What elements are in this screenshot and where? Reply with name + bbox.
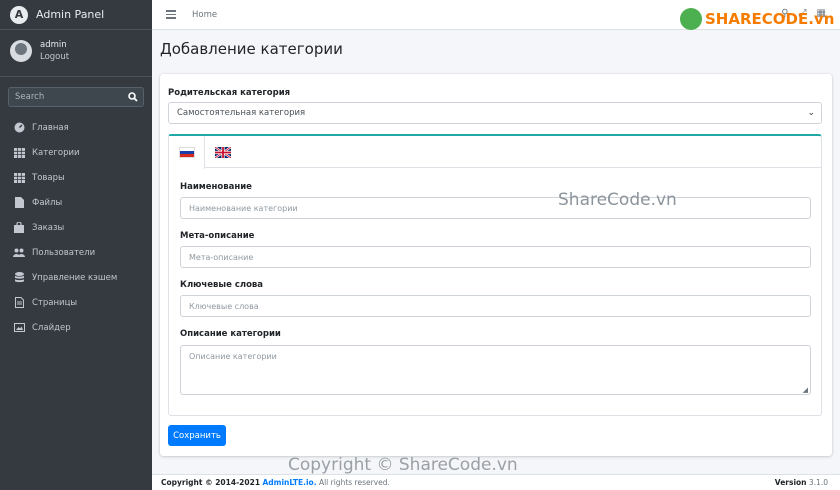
keywords-input[interactable]: Ключевые слова xyxy=(180,295,811,317)
flag-uk-icon xyxy=(215,146,231,158)
language-tab-header xyxy=(169,136,821,169)
category-description-textarea[interactable]: Описание категории ◢ xyxy=(180,345,811,395)
parent-category-value: Самостоятельная категория xyxy=(177,108,306,118)
search-input[interactable] xyxy=(8,87,122,107)
sidebar-item-products[interactable]: Товары xyxy=(0,165,152,190)
sidebar: A Admin Panel admin Logout Главная Катег… xyxy=(0,0,152,490)
users-icon xyxy=(13,248,25,257)
page-icon xyxy=(13,297,25,308)
tachometer-icon xyxy=(13,122,25,133)
tab-russian[interactable] xyxy=(169,136,205,169)
sidebar-item-orders[interactable]: Заказы xyxy=(0,215,152,240)
sidebar-item-categories[interactable]: Категории xyxy=(0,140,152,165)
sharecode-logo: SHARECODE.vn xyxy=(680,8,834,30)
sidebar-item-label: Управление кэшем xyxy=(32,272,118,283)
sidebar-item-files[interactable]: Файлы xyxy=(0,190,152,215)
meta-description-label: Мета-описание xyxy=(180,231,255,241)
category-description-label: Описание категории xyxy=(180,329,281,339)
brand-link[interactable]: A Admin Panel xyxy=(0,0,152,30)
name-placeholder: Наименование категории xyxy=(189,203,298,213)
flag-ru-icon xyxy=(178,147,195,158)
sidebar-item-label: Страницы xyxy=(32,297,78,308)
version-number: 3.1.0 xyxy=(808,478,828,487)
sidebar-item-label: Категории xyxy=(32,147,80,158)
category-description-placeholder: Описание категории xyxy=(189,352,277,361)
sidebar-item-cache[interactable]: Управление кэшем xyxy=(0,265,152,290)
sidebar-item-label: Заказы xyxy=(32,222,65,233)
brand-logo-icon: A xyxy=(10,5,28,24)
sidebar-search xyxy=(8,87,144,107)
avatar xyxy=(10,40,32,62)
search-icon xyxy=(127,92,138,102)
meta-description-placeholder: Мета-описание xyxy=(189,252,254,262)
resize-handle-icon[interactable]: ◢ xyxy=(803,386,808,394)
sidebar-item-slider[interactable]: Слайдер xyxy=(0,315,152,340)
grid-icon xyxy=(13,147,25,158)
footer-version: Version 3.1.0 xyxy=(775,478,828,487)
version-label: Version xyxy=(774,478,807,487)
sidebar-item-label: Пользователи xyxy=(32,247,96,258)
user-panel: admin Logout xyxy=(0,30,152,77)
sidebar-item-label: Файлы xyxy=(32,197,63,208)
keywords-placeholder: Ключевые слова xyxy=(189,301,259,311)
watermark-text: ShareCode.vn xyxy=(558,190,677,210)
sidebar-item-users[interactable]: Пользователи xyxy=(0,240,152,265)
file-icon xyxy=(13,197,25,208)
sidebar-nav: Главная Категории Товары Файлы Заказы По… xyxy=(0,115,152,340)
grid-icon xyxy=(13,172,25,183)
database-icon xyxy=(13,272,25,283)
sidebar-item-label: Товары xyxy=(32,172,65,183)
sidebar-item-home[interactable]: Главная xyxy=(0,115,152,140)
sidebar-item-label: Слайдер xyxy=(32,322,71,333)
sidebar-item-pages[interactable]: Страницы xyxy=(0,290,152,315)
parent-category-label: Родительская категория xyxy=(168,88,291,98)
footer-rights: All rights reserved. xyxy=(318,478,390,487)
page-title: Добавление категории xyxy=(160,40,343,58)
name-input[interactable]: Наименование категории xyxy=(180,197,811,219)
keywords-label: Ключевые слова xyxy=(180,280,264,290)
parent-category-select[interactable]: Самостоятельная категория ⌄ xyxy=(168,102,822,124)
sharecode-logo-icon xyxy=(680,8,702,30)
footer: Copyright © 2014-2021 AdminLTE.io. All r… xyxy=(152,474,840,490)
brand-title: Admin Panel xyxy=(36,8,105,21)
footer-copyright: Copyright © 2014-2021 xyxy=(161,478,261,487)
sharecode-logo-text: SHARECODE.vn xyxy=(705,10,835,28)
tab-english[interactable] xyxy=(205,136,241,168)
sidebar-item-label: Главная xyxy=(32,122,69,133)
home-link[interactable]: Home xyxy=(192,10,217,20)
search-button[interactable] xyxy=(122,87,144,107)
logout-link[interactable]: Logout xyxy=(40,51,69,64)
footer-link[interactable]: AdminLTE.io. xyxy=(262,478,316,487)
name-label: Наименование xyxy=(180,182,252,192)
language-tabs: Наименование Наименование категории Мета… xyxy=(168,134,822,416)
meta-description-input[interactable]: Мета-описание xyxy=(180,246,811,268)
hamburger-menu-icon[interactable] xyxy=(166,10,176,19)
user-name[interactable]: admin xyxy=(40,40,69,51)
save-button[interactable]: Сохранить xyxy=(168,425,226,446)
category-form-card: Родительская категория Самостоятельная к… xyxy=(160,74,832,456)
bag-icon xyxy=(13,222,25,233)
chevron-down-icon: ⌄ xyxy=(807,108,815,118)
image-icon xyxy=(13,323,25,332)
watermark-copyright: Copyright © ShareCode.vn xyxy=(288,455,518,475)
